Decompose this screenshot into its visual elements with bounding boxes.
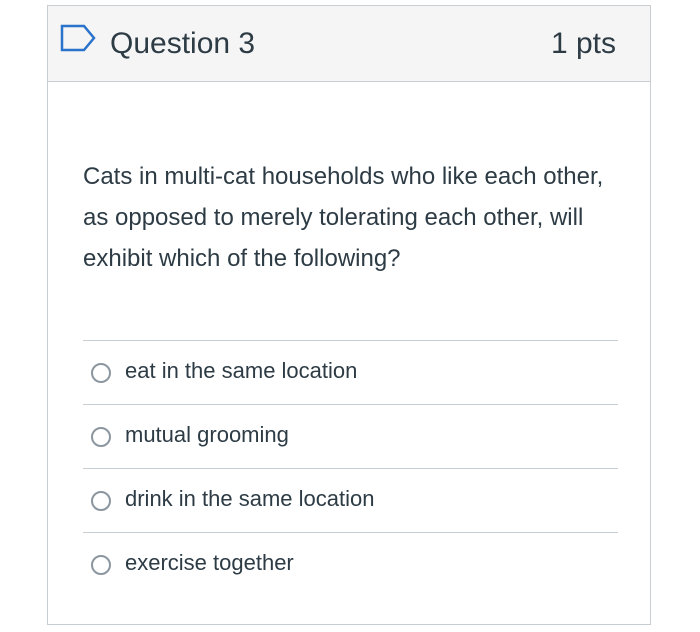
question-points: 1 pts xyxy=(550,27,616,60)
radio-button[interactable] xyxy=(91,490,111,511)
question-card: Question 3 1 pts Cats in multi-cat house… xyxy=(47,5,651,625)
radio-button[interactable] xyxy=(91,426,111,447)
radio-button[interactable] xyxy=(91,554,111,575)
flag-outline-icon[interactable] xyxy=(60,24,98,52)
question-text: Cats in multi-cat households who like ea… xyxy=(83,163,604,272)
answer-label[interactable]: drink in the same location xyxy=(125,486,374,512)
answer-option[interactable]: drink in the same location xyxy=(83,468,618,532)
answer-option[interactable]: mutual grooming xyxy=(83,404,618,468)
radio-button[interactable] xyxy=(91,362,111,383)
answer-label[interactable]: exercise together xyxy=(125,550,294,576)
answer-option[interactable]: exercise together xyxy=(83,532,618,596)
question-header: Question 3 1 pts xyxy=(48,6,650,82)
question-title: Question 3 xyxy=(110,27,256,60)
answer-label[interactable]: eat in the same location xyxy=(125,358,357,384)
answer-label[interactable]: mutual grooming xyxy=(125,422,289,448)
answer-option[interactable]: eat in the same location xyxy=(83,340,618,404)
answer-list: eat in the same location mutual grooming… xyxy=(83,340,618,596)
